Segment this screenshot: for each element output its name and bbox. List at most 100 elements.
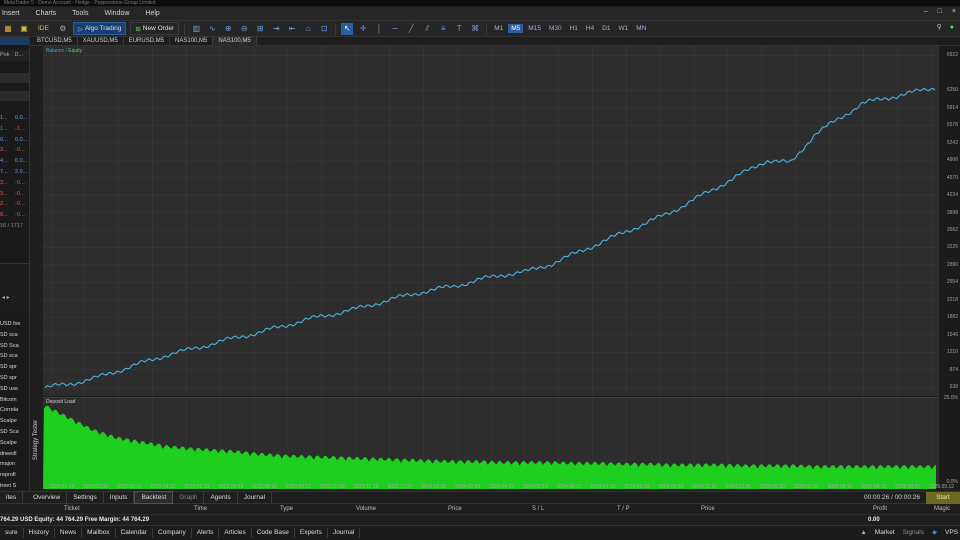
price-axis[interactable]: 25.0% 0.0% 538 874 1210 1546 1882 2218 2554 289… <box>940 46 960 488</box>
tab-stub[interactable]: ites <box>0 492 24 503</box>
timeframe-m30[interactable]: M30 <box>546 24 565 33</box>
signals-link[interactable]: Signals <box>903 529 924 536</box>
list-item[interactable]: 3... -0.... <box>0 189 29 200</box>
shapes-icon[interactable]: ⌘ <box>469 23 481 35</box>
new-order-button[interactable]: ⊞ New Order <box>130 22 180 35</box>
tab-journal[interactable]: Journal <box>238 492 273 503</box>
menu-tools[interactable]: Tools <box>64 10 96 17</box>
column-header[interactable]: Volume <box>356 506 376 512</box>
list-item[interactable]: SD spr <box>0 373 29 384</box>
close-button[interactable]: × <box>952 8 956 15</box>
list-item[interactable]: reprofi <box>0 470 29 481</box>
notifications-icon[interactable]: ● <box>950 24 954 31</box>
list-item[interactable]: Scalpe <box>0 416 29 427</box>
timeframe-m5[interactable]: M5 <box>508 24 524 33</box>
autoscroll-icon[interactable]: ⇥ <box>270 23 282 35</box>
list-item[interactable]: Bitcoin <box>0 395 29 406</box>
list-item[interactable]: 1... -1.... <box>0 124 29 135</box>
tab-experts[interactable]: Experts <box>295 528 328 538</box>
nav-arrows-icon[interactable]: ◂ ▸ <box>2 294 10 301</box>
column-header[interactable]: Profit <box>873 506 887 512</box>
tab-backtest[interactable]: Backtest <box>134 491 174 504</box>
balance-row[interactable]: 764.29 USD Equity: 44 764.29 Free Margin… <box>0 516 960 525</box>
tab-mailbox[interactable]: Mailbox <box>82 528 116 538</box>
balance-chart[interactable]: Balance / Equity <box>43 46 939 396</box>
tab-inputs[interactable]: Inputs <box>104 492 135 503</box>
start-button[interactable]: Start <box>926 492 960 504</box>
column-header[interactable]: Time <box>194 506 207 512</box>
templates-icon[interactable]: ⊡ <box>318 23 330 35</box>
vertical-line-icon[interactable]: │ <box>373 23 385 35</box>
list-item[interactable]: SD spr <box>0 362 29 373</box>
symbol-tab[interactable]: NAS100,M5 <box>170 36 214 46</box>
horizontal-line-icon[interactable]: ─ <box>389 23 401 35</box>
tab-agents[interactable]: Agents <box>204 492 238 503</box>
list-item[interactable]: 3... -0.... <box>0 145 29 156</box>
list-item[interactable]: 8... -0.... <box>0 210 29 221</box>
menu-window[interactable]: Window <box>96 10 137 17</box>
algo-trading-button[interactable]: ▷ Algo Trading <box>72 22 127 35</box>
tab-settings[interactable]: Settings <box>67 492 104 503</box>
line-chart-icon[interactable]: ∿ <box>206 23 218 35</box>
lock-icon[interactable]: ▣ <box>18 23 30 35</box>
indicators-icon[interactable]: ⌂ <box>302 23 314 35</box>
list-item[interactable]: SD use <box>0 384 29 395</box>
menu-help[interactable]: Help <box>137 10 167 17</box>
list-item[interactable]: Scalpe <box>0 438 29 449</box>
list-item[interactable]: SD Sca <box>0 341 29 352</box>
timeframe-mn[interactable]: MN <box>633 24 649 33</box>
column-header[interactable]: Type <box>280 506 293 512</box>
timeframe-h1[interactable]: H1 <box>567 24 581 33</box>
folder-icon[interactable]: ▦ <box>2 23 14 35</box>
minimize-button[interactable]: – <box>924 8 928 15</box>
column-header[interactable]: Magic <box>934 506 950 512</box>
channel-icon[interactable]: ⫽ <box>421 23 433 35</box>
market-link[interactable]: Market <box>875 529 895 536</box>
list-item[interactable]: 0... 0.0... <box>0 135 29 146</box>
menu-charts[interactable]: Charts <box>28 10 65 17</box>
symbol-tab[interactable]: XAUUSD,M5 <box>78 36 124 46</box>
column-header[interactable]: Price <box>448 506 462 512</box>
search-icon[interactable]: ⚲ <box>937 23 942 31</box>
chart-shift-icon[interactable]: ⇤ <box>286 23 298 35</box>
text-icon[interactable]: T <box>453 23 465 35</box>
list-item[interactable]: 7... 2.0... <box>0 167 29 178</box>
timeframe-m1[interactable]: M1 <box>491 24 506 33</box>
list-item[interactable]: Correla <box>0 405 29 416</box>
trendline-icon[interactable]: ╱ <box>405 23 417 35</box>
timeframe-w1[interactable]: W1 <box>616 24 632 33</box>
list-item[interactable]: dneedl <box>0 449 29 460</box>
zoom-in-icon[interactable]: ⊕ <box>222 23 234 35</box>
menu-insert[interactable]: Insert <box>0 10 28 17</box>
grid-icon[interactable]: ⊞ <box>254 23 266 35</box>
list-item[interactable]: USD fxe <box>0 319 29 330</box>
symbol-tab[interactable]: BTCUSD,M5 <box>32 36 78 46</box>
tab-overview[interactable]: Overview <box>27 492 68 503</box>
list-item[interactable]: SD sca <box>0 351 29 362</box>
tab-company[interactable]: Company <box>153 528 192 538</box>
fibonacci-icon[interactable]: ≡ <box>437 23 449 35</box>
crosshair-icon[interactable]: ✛ <box>357 23 369 35</box>
symbol-tab[interactable]: NAS100,M5 <box>213 36 257 46</box>
column-header[interactable]: S / L <box>532 506 544 512</box>
list-item[interactable]: 1... 0.0... <box>0 113 29 124</box>
tab-graph[interactable]: Graph <box>173 492 205 503</box>
tab-news[interactable]: News <box>55 528 83 538</box>
tab-journal[interactable]: Journal <box>328 528 361 538</box>
timeframe-h4[interactable]: H4 <box>583 24 597 33</box>
timeframe-d1[interactable]: D1 <box>599 24 613 33</box>
list-item[interactable]: majon <box>0 459 29 470</box>
column-header[interactable]: Price <box>701 506 715 512</box>
tab-articles[interactable]: Articles <box>219 528 252 538</box>
symbol-tab[interactable]: EURUSD,M5 <box>124 36 171 46</box>
tab-code-base[interactable]: Code Base <box>252 528 295 538</box>
tab-exposure[interactable]: sure <box>0 528 24 538</box>
list-item[interactable]: 2... -0.... <box>0 199 29 210</box>
maximize-button[interactable]: □ <box>938 8 942 15</box>
timeframe-m15[interactable]: M15 <box>525 24 544 33</box>
list-item[interactable]: 3... -0.... <box>0 178 29 189</box>
list-item[interactable]: treet S <box>0 481 29 490</box>
tab-history[interactable]: History <box>24 528 55 538</box>
list-item[interactable]: SD sca <box>0 330 29 341</box>
vps-link[interactable]: VPS <box>945 529 958 536</box>
